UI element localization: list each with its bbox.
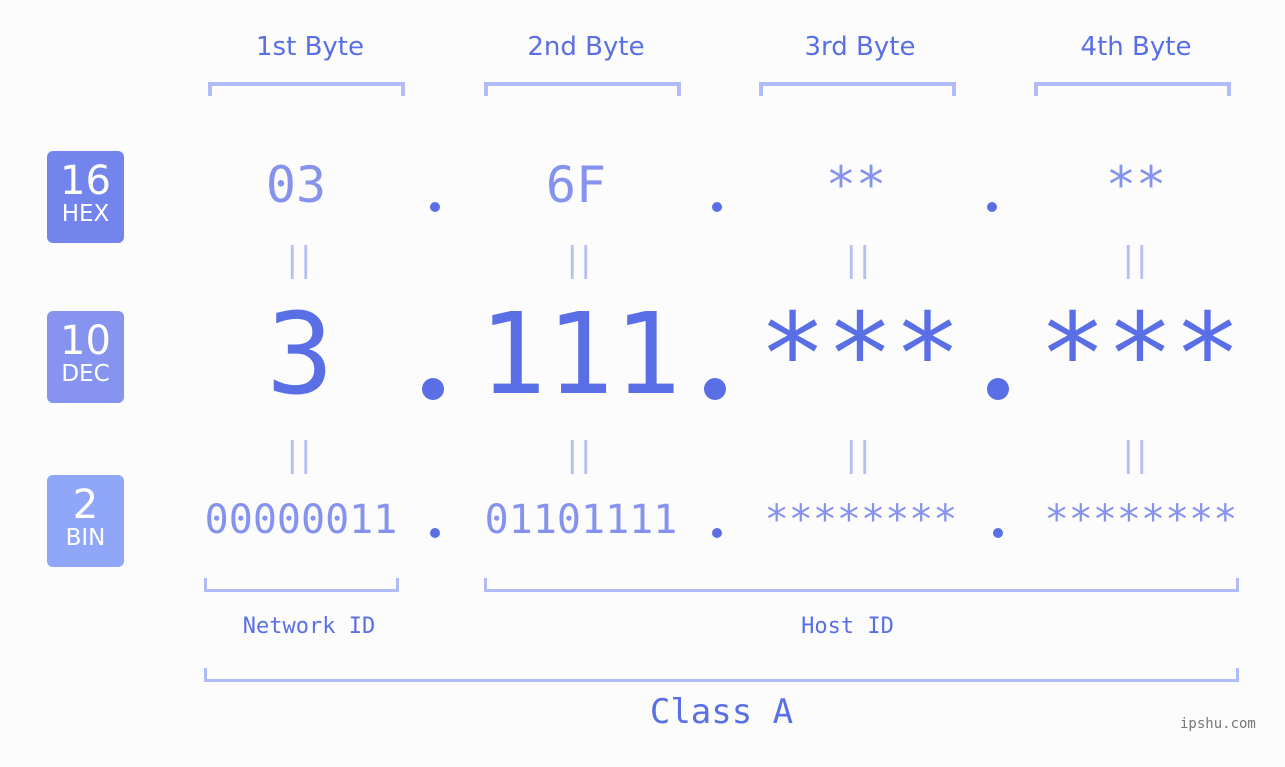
dec-byte-2: 111 (478, 290, 682, 420)
bin-dot-separator (712, 528, 722, 538)
byte-bracket-1 (208, 82, 405, 96)
hex-dot-separator (430, 202, 440, 212)
network-id-label: Network ID (242, 614, 376, 639)
bin-dot-separator (430, 528, 440, 538)
hex-byte-1: 03 (265, 156, 327, 214)
network-id-bracket (204, 578, 399, 592)
bin-badge-label: BIN (65, 525, 106, 551)
bin-byte-4: ******** (1044, 497, 1238, 543)
host-id-bracket (484, 578, 1239, 592)
dec-dot-separator (422, 378, 444, 400)
hex-byte-2: 6F (545, 156, 607, 214)
byte-bracket-3 (759, 82, 956, 96)
equals-sign: || (566, 435, 594, 475)
dec-badge-number: 10 (60, 318, 111, 364)
hex-byte-4: ** (1105, 156, 1167, 214)
dec-dot-separator (704, 378, 726, 400)
dec-badge-label: DEC (61, 361, 110, 387)
ip-class-label: Class A (649, 692, 794, 732)
byte-bracket-4 (1034, 82, 1231, 96)
dec-dot-separator (987, 378, 1009, 400)
byte-label-2: 2nd Byte (527, 32, 645, 62)
hex-byte-3: ** (825, 156, 887, 214)
equals-sign: || (1122, 435, 1150, 475)
host-id-label: Host ID (801, 614, 894, 639)
bin-byte-3: ******** (764, 497, 958, 543)
hex-badge: 16 HEX (47, 151, 124, 243)
hex-badge-label: HEX (61, 201, 110, 227)
bin-badge: 2 BIN (47, 475, 124, 567)
byte-label-3: 3rd Byte (804, 32, 916, 62)
bin-byte-2: 01101111 (484, 497, 678, 543)
bin-byte-1: 00000011 (204, 497, 398, 543)
equals-sign: || (845, 435, 873, 475)
hex-dot-separator (712, 202, 722, 212)
dec-byte-4: *** (1038, 290, 1242, 420)
equals-sign: || (566, 240, 594, 280)
watermark: ipshu.com (1180, 716, 1256, 732)
hex-badge-number: 16 (60, 158, 111, 204)
class-bracket (204, 668, 1239, 682)
byte-label-1: 1st Byte (256, 32, 364, 62)
equals-sign: || (286, 240, 314, 280)
dec-byte-1: 3 (266, 290, 334, 420)
equals-sign: || (1122, 240, 1150, 280)
bin-dot-separator (993, 528, 1003, 538)
hex-dot-separator (987, 202, 997, 212)
dec-byte-3: *** (758, 290, 962, 420)
bin-badge-number: 2 (72, 482, 99, 528)
byte-bracket-2 (484, 82, 681, 96)
equals-sign: || (845, 240, 873, 280)
byte-label-4: 4th Byte (1080, 32, 1192, 62)
equals-sign: || (286, 435, 314, 475)
dec-badge: 10 DEC (47, 311, 124, 403)
